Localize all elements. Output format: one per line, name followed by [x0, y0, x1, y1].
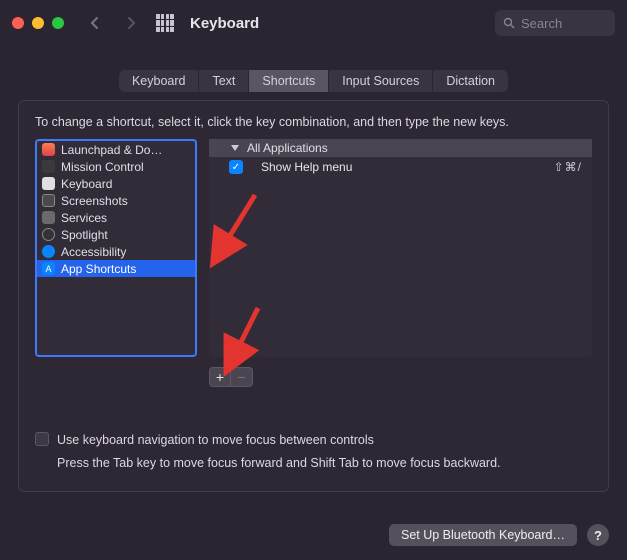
category-label: Screenshots: [61, 194, 128, 208]
shortcut-label: Show Help menu: [261, 160, 554, 174]
tab-keyboard[interactable]: Keyboard: [119, 70, 200, 92]
category-spotlight[interactable]: Spotlight: [37, 226, 195, 243]
tabs-bar: Keyboard Text Shortcuts Input Sources Di…: [0, 70, 627, 92]
keyboard-nav-hint: Press the Tab key to move focus forward …: [57, 454, 501, 473]
app-shortcuts-icon: A: [42, 262, 55, 275]
zoom-window-button[interactable]: [52, 17, 64, 29]
help-button[interactable]: ?: [587, 524, 609, 546]
add-button[interactable]: +: [209, 367, 231, 387]
keyboard-icon: [42, 177, 55, 190]
search-input[interactable]: [521, 16, 601, 31]
category-label: App Shortcuts: [61, 262, 136, 276]
shortcuts-panel: To change a shortcut, select it, click t…: [18, 100, 609, 492]
spotlight-icon: [42, 228, 55, 241]
forward-button[interactable]: [118, 10, 144, 36]
tab-input-sources[interactable]: Input Sources: [329, 70, 433, 92]
category-list[interactable]: Launchpad & Do… Mission Control Keyboard…: [35, 139, 197, 357]
mission-control-icon: [42, 160, 55, 173]
enable-checkbox[interactable]: ✓: [229, 160, 243, 174]
category-label: Accessibility: [61, 245, 126, 259]
shortcut-keys[interactable]: ⇧⌘/: [554, 160, 582, 174]
titlebar: Keyboard: [0, 0, 627, 46]
launchpad-icon: [42, 143, 55, 156]
category-services[interactable]: Services: [37, 209, 195, 226]
remove-button[interactable]: −: [231, 367, 253, 387]
group-label: All Applications: [247, 141, 328, 155]
category-label: Launchpad & Do…: [61, 143, 162, 157]
category-app-shortcuts[interactable]: A App Shortcuts: [37, 260, 195, 277]
category-label: Mission Control: [61, 160, 144, 174]
services-icon: [42, 211, 55, 224]
window-controls: [12, 17, 64, 29]
tab-text[interactable]: Text: [199, 70, 249, 92]
instruction-text: To change a shortcut, select it, click t…: [35, 115, 592, 129]
keyboard-nav-option: Use keyboard navigation to move focus be…: [35, 431, 592, 473]
category-launchpad[interactable]: Launchpad & Do…: [37, 141, 195, 158]
category-screenshots[interactable]: Screenshots: [37, 192, 195, 209]
category-keyboard[interactable]: Keyboard: [37, 175, 195, 192]
screenshot-icon: [42, 194, 55, 207]
keyboard-nav-label: Use keyboard navigation to move focus be…: [57, 433, 374, 447]
shortcut-row[interactable]: ✓ Show Help menu ⇧⌘/: [209, 157, 592, 177]
category-label: Services: [61, 211, 107, 225]
category-label: Spotlight: [61, 228, 108, 242]
add-remove-buttons: + −: [209, 367, 592, 387]
disclosure-triangle-icon: [231, 145, 239, 151]
close-window-button[interactable]: [12, 17, 24, 29]
group-all-applications[interactable]: All Applications: [209, 139, 592, 157]
window-title: Keyboard: [190, 15, 259, 32]
back-button[interactable]: [82, 10, 108, 36]
keyboard-nav-checkbox[interactable]: [35, 432, 49, 446]
minimize-window-button[interactable]: [32, 17, 44, 29]
accessibility-icon: [42, 245, 55, 258]
category-label: Keyboard: [61, 177, 112, 191]
show-all-icon[interactable]: [156, 14, 174, 32]
tab-shortcuts[interactable]: Shortcuts: [249, 70, 329, 92]
category-accessibility[interactable]: Accessibility: [37, 243, 195, 260]
tab-dictation[interactable]: Dictation: [433, 70, 508, 92]
bluetooth-keyboard-button[interactable]: Set Up Bluetooth Keyboard…: [389, 524, 577, 546]
category-mission-control[interactable]: Mission Control: [37, 158, 195, 175]
search-field[interactable]: [495, 10, 615, 36]
search-icon: [503, 17, 515, 29]
shortcut-detail-list[interactable]: All Applications ✓ Show Help menu ⇧⌘/: [209, 139, 592, 357]
